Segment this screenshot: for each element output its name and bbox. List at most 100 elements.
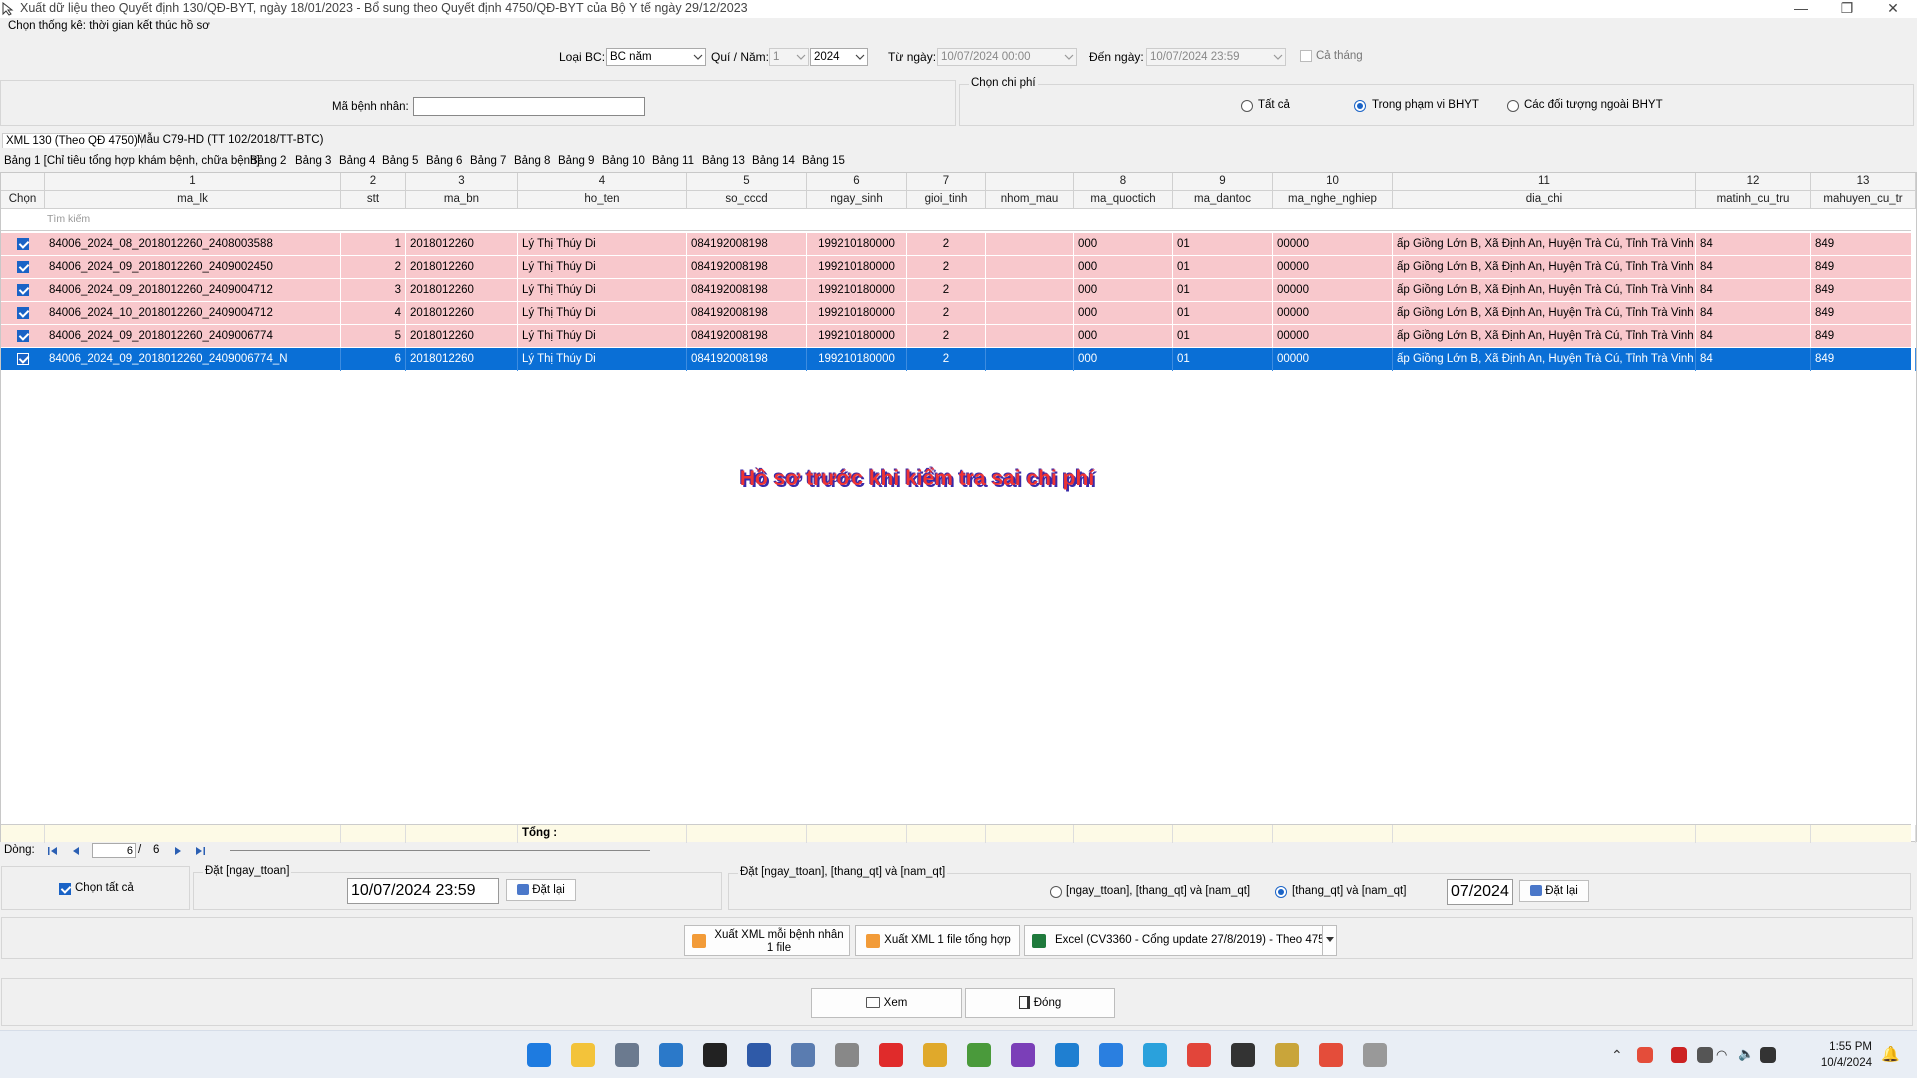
subtab-4[interactable]: Bảng 4 [339, 155, 375, 167]
row-checkbox[interactable] [17, 261, 29, 273]
subtab-1[interactable]: Bảng 1 [Chỉ tiêu tổng hợp khám bệnh, chữ… [4, 155, 260, 167]
notepad-icon[interactable] [967, 1043, 991, 1067]
row-checkbox[interactable] [17, 284, 29, 296]
keyboard-icon[interactable] [1697, 1047, 1713, 1063]
col-header-ma-dantoc[interactable]: ma_dantoc [1173, 191, 1273, 209]
subtab-12[interactable]: Bảng 13 [702, 155, 745, 167]
horizontal-scrollbar[interactable] [230, 850, 650, 851]
app-folder-icon[interactable] [1275, 1043, 1299, 1067]
row-checkbox[interactable] [17, 238, 29, 250]
last-page-icon[interactable] [193, 845, 207, 857]
chrome-icon[interactable] [1319, 1043, 1343, 1067]
radio-bhyt[interactable] [1354, 100, 1366, 112]
subtab-2[interactable]: Bảng 2 [250, 155, 286, 167]
app-star-icon[interactable] [1187, 1043, 1211, 1067]
radio-all[interactable] [1241, 100, 1253, 112]
misc-app-icon[interactable] [1363, 1043, 1387, 1067]
close-form-button[interactable]: Đóng [965, 988, 1115, 1018]
view-button[interactable]: Xem [811, 988, 962, 1018]
col-header-matinh-cu-tru[interactable]: matinh_cu_tru [1696, 191, 1811, 209]
subtab-11[interactable]: Bảng 11 [652, 155, 694, 167]
telegram-icon[interactable] [1143, 1043, 1167, 1067]
export-dropdown-button[interactable] [1322, 925, 1337, 956]
volume-icon[interactable]: 🔈 [1738, 1046, 1754, 1062]
restore-button[interactable]: ❐ [1824, 0, 1870, 18]
subtab-14[interactable]: Bảng 15 [802, 155, 845, 167]
settings-icon[interactable] [615, 1043, 639, 1067]
loai-bc-combo[interactable]: BC năm [606, 48, 706, 66]
clock-time[interactable]: 1:55 PM [1822, 1041, 1872, 1053]
export-xml-each-button[interactable]: Xuất XML mỗi bệnh nhân 1 file [684, 925, 850, 956]
table-row[interactable]: 84006_2024_09_2018012260_2409002450 2 2018… [1, 256, 1916, 279]
col-header-ma-bn[interactable]: ma_bn [406, 191, 518, 209]
patient-input[interactable] [413, 97, 645, 116]
first-page-icon[interactable] [46, 845, 60, 857]
table-row[interactable]: 84006_2024_09_2018012260_2409004712 3 2018… [1, 279, 1916, 302]
col-header-ho-ten[interactable]: ho_ten [518, 191, 687, 209]
app-s-icon[interactable] [879, 1043, 903, 1067]
powershell-icon[interactable] [747, 1043, 771, 1067]
clock-app-icon[interactable] [835, 1043, 859, 1067]
file-explorer-icon[interactable] [571, 1043, 595, 1067]
windows-start-icon[interactable] [527, 1043, 551, 1067]
notification-bell-icon[interactable]: 🔔 [1881, 1045, 1900, 1063]
close-button[interactable]: ✕ [1870, 0, 1916, 18]
row-checkbox[interactable] [17, 330, 29, 342]
subtab-3[interactable]: Bảng 3 [295, 155, 331, 167]
reset-ngay-ttoan-button[interactable]: Đặt lại [506, 879, 576, 901]
performance-monitor-icon[interactable] [791, 1043, 815, 1067]
tab-xml130[interactable]: XML 130 (Theo QĐ 4750) [2, 133, 142, 148]
export-excel-button[interactable]: Excel (CV3360 - Cổng update 27/8/2019) -… [1024, 925, 1331, 956]
subtab-9[interactable]: Bảng 9 [558, 155, 594, 167]
ca-thang-checkbox[interactable] [1300, 50, 1312, 62]
minimize-button[interactable]: — [1778, 0, 1824, 18]
clock-date[interactable]: 10/4/2024 [1812, 1057, 1872, 1069]
prev-page-icon[interactable] [70, 845, 82, 857]
visual-studio-icon[interactable] [1011, 1043, 1035, 1067]
terminal-icon[interactable] [703, 1043, 727, 1067]
vscode-icon[interactable] [1055, 1043, 1079, 1067]
wifi-icon[interactable]: ◠ [1716, 1047, 1727, 1063]
col-header-ngay-sinh[interactable]: ngay_sinh [807, 191, 907, 209]
search-filter[interactable]: Tìm kiếm [47, 213, 90, 225]
radio-set-all3[interactable] [1050, 886, 1062, 898]
tab-c79[interactable]: Mẫu C79-HD (TT 102/2018/TT-BTC) [137, 134, 323, 146]
col-header-ma-quoctich[interactable]: ma_quoctich [1074, 191, 1173, 209]
subtab-6[interactable]: Bảng 6 [426, 155, 462, 167]
app-r-icon[interactable] [1231, 1043, 1255, 1067]
subtab-7[interactable]: Bảng 7 [470, 155, 506, 167]
page-input[interactable] [92, 843, 136, 858]
col-header-so-cccd[interactable]: so_cccd [687, 191, 807, 209]
magnifier-icon[interactable] [659, 1043, 683, 1067]
col-header-ma-nghe-nghiep[interactable]: ma_nghe_nghiep [1273, 191, 1393, 209]
chevron-up-icon[interactable]: ⌃ [1611, 1047, 1623, 1064]
reset-month-button[interactable]: Đặt lại [1519, 880, 1589, 902]
subtab-10[interactable]: Bảng 10 [602, 155, 645, 167]
table-row[interactable]: 84006_2024_08_2018012260_2408003588 1 2018… [1, 233, 1916, 256]
globe-icon[interactable] [923, 1043, 947, 1067]
table-row[interactable]: 84006_2024_10_2018012260_2409004712 4 2018… [1, 302, 1916, 325]
den-ngay-picker[interactable]: 10/07/2024 23:59 [1146, 48, 1286, 66]
row-checkbox[interactable] [17, 307, 29, 319]
table-row[interactable]: 84006_2024_09_2018012260_2409006774_N 6 20… [1, 348, 1916, 371]
tu-ngay-picker[interactable]: 10/07/2024 00:00 [937, 48, 1077, 66]
row-checkbox[interactable] [17, 353, 29, 365]
col-header-gioi-tinh[interactable]: gioi_tinh [907, 191, 986, 209]
tray-chrome-icon[interactable] [1637, 1047, 1653, 1063]
zalo-icon[interactable] [1099, 1043, 1123, 1067]
col-header-ma-lk[interactable]: ma_lk [45, 191, 341, 209]
col-header-chon[interactable]: Chọn [1, 191, 45, 209]
radio-set-two[interactable] [1275, 886, 1287, 898]
export-xml-one-button[interactable]: Xuất XML 1 file tổng hợp [855, 925, 1020, 956]
subtab-8[interactable]: Bảng 8 [514, 155, 550, 167]
table-row[interactable]: 84006_2024_09_2018012260_2409006774 5 2018… [1, 325, 1916, 348]
radio-other[interactable] [1507, 100, 1519, 112]
next-page-icon[interactable] [172, 845, 184, 857]
nam-combo[interactable]: 2024 [810, 48, 868, 66]
select-all-checkbox[interactable] [59, 883, 71, 895]
tray-app-icon[interactable] [1671, 1047, 1687, 1063]
month-input[interactable] [1447, 879, 1513, 905]
subtab-13[interactable]: Bảng 14 [752, 155, 795, 167]
subtab-5[interactable]: Bảng 5 [382, 155, 418, 167]
col-header-stt[interactable]: stt [341, 191, 406, 209]
